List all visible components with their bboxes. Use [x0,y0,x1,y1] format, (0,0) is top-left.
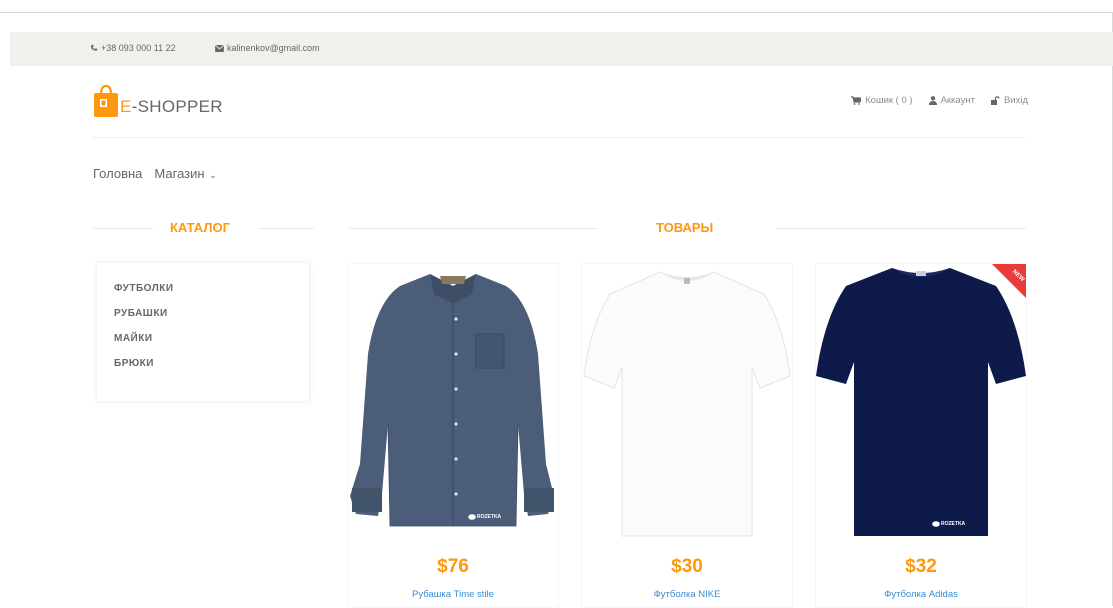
chevron-down-icon: ⌄ [206,170,217,180]
logo-text-prefix: E [120,97,132,116]
catalog-item-trousers[interactable]: БРЮКИ [114,358,309,369]
product-card: ROZETKA $76 Рубашка Time stile [347,263,559,608]
account-label: Аккаунт [940,95,975,106]
nav-home[interactable]: Головна [93,166,142,181]
logout-label: Вихід [1003,95,1028,106]
logo-text-rest: -SHOPPER [131,97,223,116]
product-image[interactable] [582,264,792,542]
header-divider [93,137,1025,138]
site-logo[interactable]: E-SHOPPER [93,84,223,117]
rozetka-logo-icon [932,521,940,527]
white-tshirt-image [583,271,791,537]
unlock-icon [990,96,1000,105]
cart-link[interactable]: Кошик ( 0 ) [851,95,913,106]
catalog-item-tshirts[interactable]: ФУТБОЛКИ [114,283,309,294]
main-nav: Головна Магазин ⌄ [93,166,217,181]
logo-text: E-SHOPPER [120,98,223,117]
product-price: $30 [671,556,703,577]
phone-contact[interactable]: +38 093 000 11 22 [90,43,176,53]
rozetka-watermark: ROZETKA [468,514,501,520]
nav-shop[interactable]: Магазин ⌄ [154,166,216,181]
account-link[interactable]: Аккаунт [928,95,975,106]
user-icon [928,96,937,105]
cart-icon [851,96,862,105]
products-title-line-right [776,228,1026,229]
product-card: $30 Футболка NIKE [581,263,793,608]
nav-shop-label: Магазин [154,166,205,181]
catalog-title-line-left [93,228,153,229]
product-image[interactable]: ROZETKA [816,264,1026,542]
shirt-image [350,274,554,527]
navy-tshirt-image [816,268,1026,536]
rozetka-watermark-text: ROZETKA [477,514,502,520]
catalog-item-tanktops[interactable]: МАЙКИ [114,333,309,344]
product-name[interactable]: Рубашка Time stile [348,589,558,600]
catalog-title-line-right [258,228,314,229]
catalog-item-shirts[interactable]: РУБАШКИ [114,308,309,319]
catalog-list: ФУТБОЛКИ РУБАШКИ МАЙКИ БРЮКИ [97,263,309,369]
catalog-panel: ФУТБОЛКИ РУБАШКИ МАЙКИ БРЮКИ [96,262,310,402]
products-title: ТОВАРЫ [656,220,714,235]
product-name[interactable]: Футболка NIKE [582,589,792,600]
rozetka-watermark-text: ROZETKA [941,521,966,527]
email-contact[interactable]: kalinenkov@gmail.com [215,43,320,53]
header-top-bar: +38 093 000 11 22 kalinenkov@gmail.com [10,32,1113,66]
product-card: ROZETKA NEW $32 Футболка Adidas [815,263,1027,608]
catalog-title: КАТАЛОГ [170,220,230,235]
shopping-bag-icon [93,84,119,117]
phone-icon [91,44,98,51]
email-address: kalinenkov@gmail.com [227,43,320,53]
rozetka-watermark: ROZETKA [932,521,965,527]
product-price: $32 [905,556,937,577]
envelope-icon [215,44,224,52]
rozetka-logo-icon [468,514,476,520]
logout-link[interactable]: Вихід [990,95,1028,106]
cart-label: Кошик ( 0 ) [865,95,913,106]
new-badge: NEW [992,264,1026,298]
product-price: $76 [437,556,469,577]
product-name[interactable]: Футболка Adidas [816,589,1026,600]
phone-number: +38 093 000 11 22 [101,43,176,53]
window-top-border [0,12,1113,13]
products-title-line-left [348,228,598,229]
user-menu: Кошик ( 0 ) Аккаунт Вихід [851,95,1028,106]
product-image[interactable]: ROZETKA [348,264,558,542]
